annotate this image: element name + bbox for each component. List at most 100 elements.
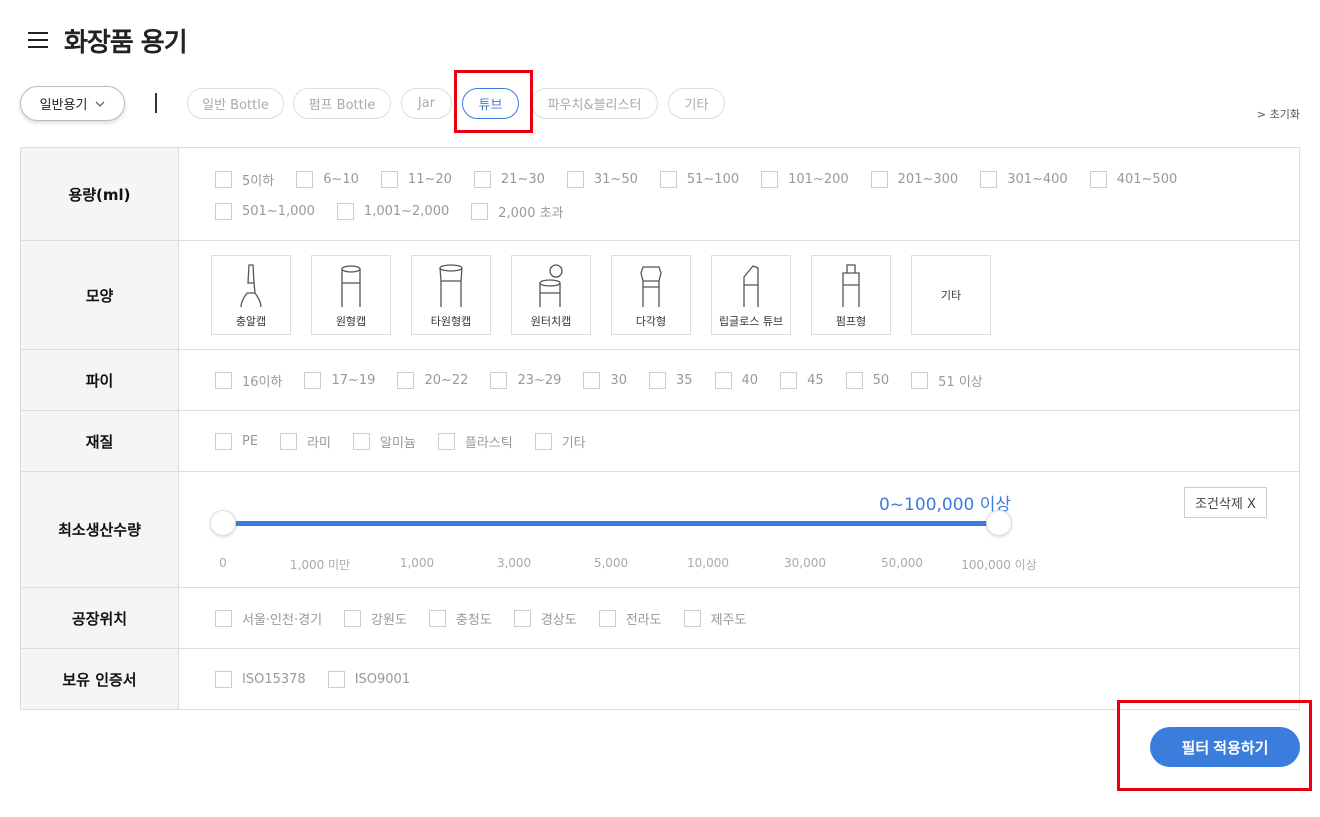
capacity-option[interactable]: 21~30 — [473, 163, 545, 195]
factory-option[interactable]: 전라도 — [598, 602, 662, 634]
checkbox[interactable] — [352, 432, 370, 450]
checkbox[interactable] — [215, 670, 232, 688]
checkbox[interactable] — [714, 371, 732, 389]
checkbox[interactable] — [437, 432, 455, 450]
filter-row-diameter: 파이 16이하 17~19 20~22 23~29 30 35 40 45 50 51 이상 — [21, 350, 1299, 411]
material-option[interactable]: 알미늄 — [352, 425, 416, 457]
checkbox[interactable] — [215, 202, 232, 220]
diameter-option[interactable]: 50 — [845, 364, 889, 396]
capacity-option[interactable]: 401~500 — [1089, 163, 1177, 195]
certificate-option[interactable]: ISO9001 — [327, 663, 410, 695]
hamburger-menu-icon[interactable] — [28, 32, 48, 48]
factory-option[interactable]: 충청도 — [428, 602, 492, 634]
capacity-option[interactable]: 2,000 초과 — [471, 195, 564, 227]
category-dropdown[interactable]: 일반용기 — [20, 86, 125, 121]
diameter-option[interactable]: 23~29 — [490, 364, 561, 396]
clear-condition-button[interactable]: 조건삭제 X — [1184, 487, 1267, 518]
diameter-option[interactable]: 16이하 — [215, 364, 282, 396]
checkbox[interactable] — [683, 609, 701, 627]
shape-option-round-cap[interactable]: 원형캡 — [311, 255, 391, 335]
checkbox[interactable] — [296, 170, 314, 188]
checkbox[interactable] — [428, 609, 446, 627]
checkbox[interactable] — [215, 371, 232, 389]
diameter-option[interactable]: 35 — [648, 364, 693, 396]
checkbox[interactable] — [304, 371, 322, 389]
checkbox[interactable] — [490, 371, 508, 389]
checkbox[interactable] — [648, 371, 666, 389]
moq-slider-min-handle[interactable] — [210, 510, 236, 536]
material-option[interactable]: 라미 — [280, 425, 331, 457]
checkbox[interactable] — [336, 202, 354, 220]
capacity-option[interactable]: 501~1,000 — [215, 195, 315, 227]
capacity-option[interactable]: 101~200 — [761, 163, 849, 195]
diameter-option[interactable]: 45 — [780, 364, 824, 396]
capacity-option[interactable]: 6~10 — [296, 163, 359, 195]
certificate-option[interactable]: ISO15378 — [215, 663, 306, 695]
material-option[interactable]: PE — [215, 425, 258, 457]
checkbox[interactable] — [659, 170, 677, 188]
checkbox[interactable] — [215, 170, 232, 188]
checkbox[interactable] — [327, 670, 345, 688]
moq-slider-track[interactable] — [223, 521, 999, 526]
checkbox[interactable] — [397, 371, 415, 389]
tab-pump-bottle[interactable]: 펌프 Bottle — [293, 88, 391, 119]
checkbox[interactable] — [215, 609, 232, 627]
factory-option[interactable]: 서울·인천·경기 — [215, 602, 322, 634]
checkbox[interactable] — [980, 170, 998, 188]
capacity-option[interactable]: 1,001~2,000 — [336, 195, 449, 227]
diameter-option-label: 20~22 — [424, 372, 469, 388]
capacity-option[interactable]: 11~20 — [380, 163, 452, 195]
checkbox[interactable] — [566, 170, 584, 188]
diameter-option[interactable]: 17~19 — [304, 364, 375, 396]
factory-option-label: 제주도 — [710, 612, 747, 628]
checkbox[interactable] — [1089, 170, 1107, 188]
diameter-option[interactable]: 20~22 — [397, 364, 468, 396]
checkbox[interactable] — [870, 170, 888, 188]
factory-option[interactable]: 경상도 — [513, 602, 577, 634]
diameter-option-label: 30 — [610, 372, 627, 388]
shape-option-polygon[interactable]: 다각형 — [611, 255, 691, 335]
shape-option-bullet-cap[interactable]: 충알캡 — [211, 255, 291, 335]
diameter-option[interactable]: 40 — [714, 364, 758, 396]
oval-cap-tube-icon — [439, 264, 463, 307]
shape-option-oval-cap[interactable]: 타원형캡 — [411, 255, 491, 335]
factory-option[interactable]: 강원도 — [344, 602, 407, 634]
diameter-option[interactable]: 30 — [583, 364, 627, 396]
moq-slider-max-handle[interactable] — [986, 510, 1012, 536]
checkbox[interactable] — [845, 371, 863, 389]
factory-option[interactable]: 제주도 — [683, 602, 747, 634]
capacity-option[interactable]: 51~100 — [659, 163, 739, 195]
capacity-option[interactable]: 201~300 — [870, 163, 959, 195]
shape-option-pump[interactable]: 펌프형 — [811, 255, 891, 335]
capacity-option[interactable]: 301~400 — [980, 163, 1068, 195]
material-option[interactable]: 플라스틱 — [437, 425, 513, 457]
material-option[interactable]: 기타 — [534, 425, 586, 457]
diameter-option[interactable]: 51 이상 — [911, 364, 983, 396]
checkbox[interactable] — [280, 432, 298, 450]
tab-general-bottle[interactable]: 일반 Bottle — [187, 88, 284, 119]
shape-option-lipgloss-tube[interactable]: 립글로스 튜브 — [711, 255, 791, 335]
checkbox[interactable] — [583, 371, 601, 389]
shape-option-etc[interactable]: 기타 — [911, 255, 991, 335]
reset-link[interactable]: > 초기화 — [1257, 106, 1300, 122]
tab-etc[interactable]: 기타 — [668, 88, 725, 119]
checkbox[interactable] — [761, 170, 779, 188]
checkbox[interactable] — [598, 609, 616, 627]
checkbox[interactable] — [780, 371, 798, 389]
filter-label-factory: 공장위치 — [21, 588, 179, 648]
checkbox[interactable] — [473, 170, 491, 188]
tab-pouch-blister[interactable]: 파우치&블리스터 — [531, 88, 658, 119]
checkbox[interactable] — [513, 609, 531, 627]
checkbox[interactable] — [471, 202, 489, 220]
checkbox[interactable] — [380, 170, 398, 188]
checkbox[interactable] — [344, 609, 362, 627]
capacity-option[interactable]: 5이하 — [215, 163, 274, 195]
checkbox[interactable] — [911, 371, 929, 389]
checkbox[interactable] — [215, 432, 232, 450]
capacity-option-label: 201~300 — [897, 171, 959, 187]
shape-option-one-touch-cap[interactable]: 원터치캡 — [511, 255, 591, 335]
tab-jar[interactable]: Jar — [401, 88, 452, 119]
capacity-option[interactable]: 31~50 — [566, 163, 638, 195]
diameter-option-label: 35 — [675, 372, 693, 388]
checkbox[interactable] — [534, 432, 552, 450]
